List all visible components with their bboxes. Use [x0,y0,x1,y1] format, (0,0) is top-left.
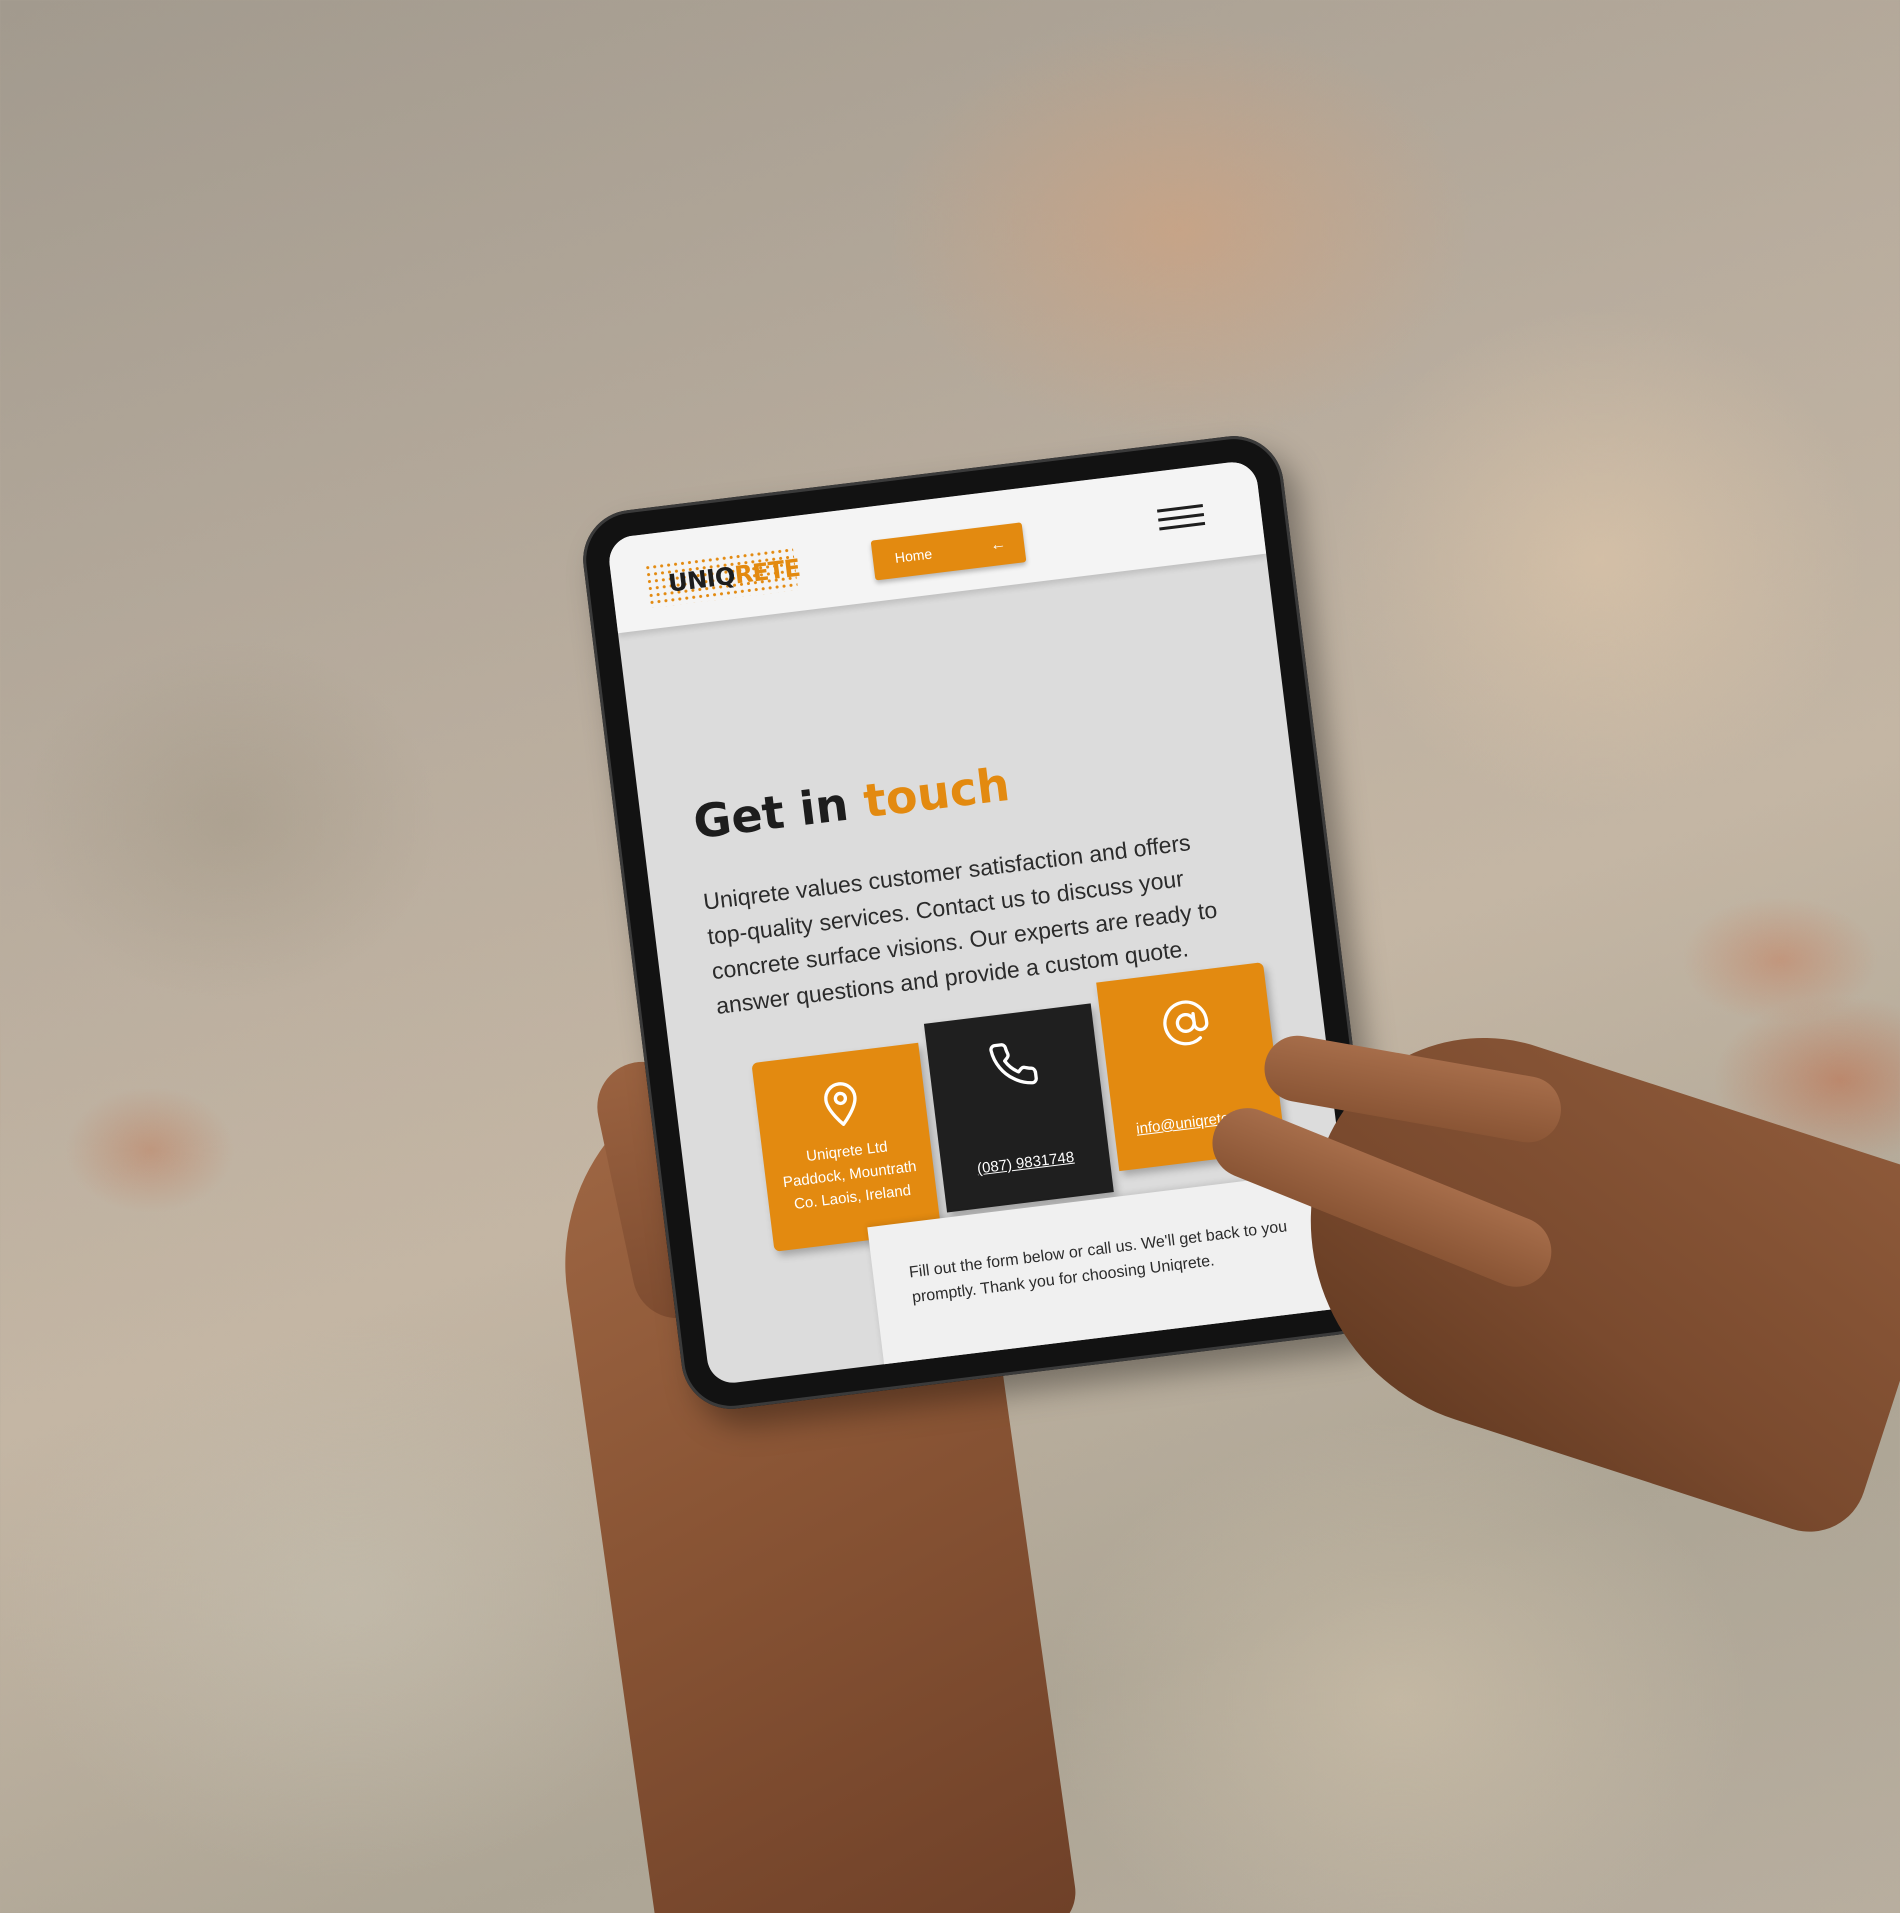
page-title-accent: touch [860,756,1013,829]
phone-card: (087) 9831748 [923,1003,1114,1213]
page-title: Get in touch [690,757,1012,849]
phone-icon [989,1043,1038,1085]
hamburger-menu-icon[interactable] [1156,504,1206,531]
phone-link-wrap: (087) 9831748 [941,1141,1111,1184]
logo-wordmark: UNIQRETE [667,554,802,598]
uniqrete-logo[interactable]: UNIQRETE [643,546,802,609]
home-button-label: Home [893,545,933,566]
site-header: UNIQRETE Home ← [606,459,1267,634]
map-pin-icon [824,1082,857,1126]
arrow-left-icon: ← [989,535,1008,555]
tablet-device: UNIQRETE Home ← Get in touch Uniqrete va… [577,430,1388,1415]
logo-wordmark-accent: RETE [733,553,802,590]
at-sign-icon [1163,1000,1209,1046]
logo-wordmark-main: UNIQ [666,561,737,598]
tablet-screen: UNIQRETE Home ← Get in touch Uniqrete va… [606,459,1359,1386]
address-card: Uniqrete Ltd Paddock, Mountrath Co. Laoi… [751,1042,942,1252]
phone-link[interactable]: (087) 9831748 [976,1149,1075,1178]
home-button[interactable]: Home ← [870,522,1027,581]
form-intro-text: Fill out the form below or call us. We'l… [908,1218,1289,1307]
page-title-main: Get in [690,774,868,850]
